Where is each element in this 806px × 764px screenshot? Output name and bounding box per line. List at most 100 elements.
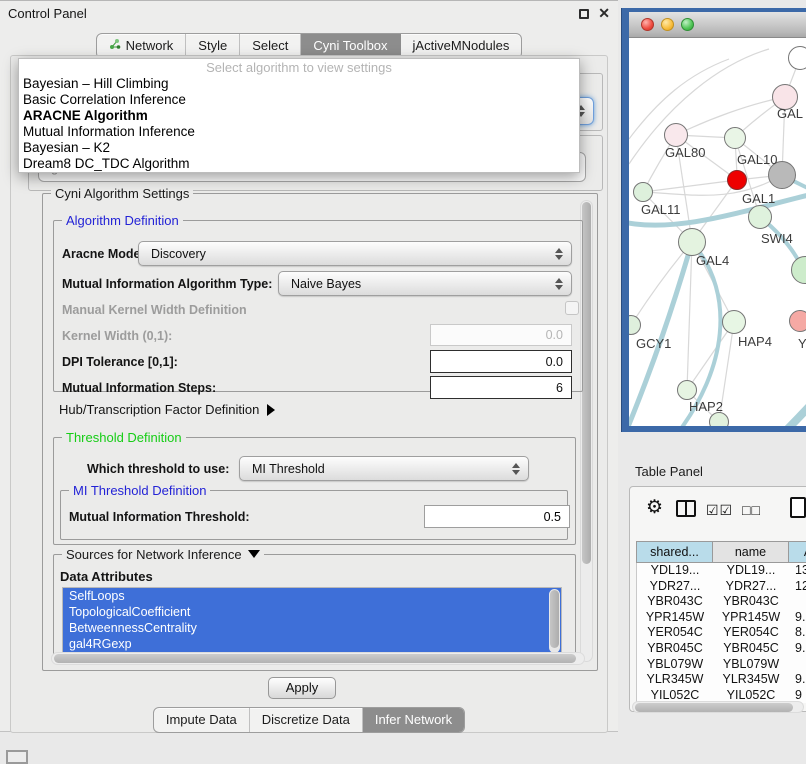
float-window-icon[interactable]	[579, 9, 589, 19]
tab-label: Impute Data	[166, 712, 237, 727]
split-column-icon[interactable]	[676, 500, 696, 517]
mi-steps-field[interactable]	[430, 376, 572, 399]
list-item[interactable]: SelfLoops	[63, 588, 561, 604]
data-attributes-list: SelfLoops TopologicalCoefficient Between…	[62, 587, 562, 655]
mi-type-label: Mutual Information Algorithm Type:	[62, 277, 272, 291]
table-row[interactable]: YPR145WYPR145W9.	[637, 610, 806, 626]
column-header-cut[interactable]: A	[788, 541, 806, 563]
gear-icon[interactable]: ⚙	[646, 496, 663, 519]
table-panel-title: Table Panel	[635, 464, 703, 479]
table-hscrollbar[interactable]	[632, 701, 804, 713]
network-node[interactable]	[722, 310, 746, 334]
network-node[interactable]	[748, 205, 772, 229]
unchecked-pair-icon[interactable]: □□	[742, 502, 761, 518]
dropdown-item[interactable]: Basic Correlation Inference	[19, 92, 579, 108]
kernel-width-field[interactable]	[430, 324, 572, 346]
document-icon[interactable]	[790, 497, 806, 518]
mi-type-combobox[interactable]: Naive Bayes	[278, 271, 572, 296]
network-node-salmon[interactable]	[789, 310, 806, 332]
threshold-definition-group: Threshold Definition Which threshold to …	[53, 437, 576, 545]
aracne-mode-label: Aracne Mode:	[62, 247, 145, 261]
checked-pair-icon[interactable]: ☑☑	[706, 502, 733, 519]
table-header-row: shared... name A	[636, 541, 806, 563]
network-window-titlebar[interactable]	[629, 12, 806, 38]
hub-definition-expander[interactable]: Hub/Transcription Factor Definition	[59, 402, 275, 417]
dropdown-item[interactable]: Mutual Information Inference	[19, 124, 579, 140]
close-icon[interactable]: ✕	[598, 5, 610, 22]
mi-steps-label: Mutual Information Steps:	[62, 381, 216, 395]
list-item[interactable]: TopologicalCoefficient	[63, 604, 561, 620]
which-threshold-label: Which threshold to use:	[87, 462, 229, 476]
tab-impute-data[interactable]: Impute Data	[154, 708, 250, 732]
table-row[interactable]: YDL19...YDL19...13	[637, 563, 806, 579]
column-header-shared[interactable]: shared...	[636, 541, 712, 563]
tab-label: Cyni Toolbox	[313, 38, 387, 53]
table-row[interactable]: YBL079WYBL079W	[637, 657, 806, 673]
minimize-traffic-light[interactable]	[661, 18, 674, 31]
data-attributes-label: Data Attributes	[60, 569, 153, 584]
tab-infer-network[interactable]: Infer Network	[363, 708, 464, 732]
cyni-algorithm-settings-group: Cyni Algorithm Settings Algorithm Defini…	[42, 193, 598, 671]
expand-arrow-icon	[267, 404, 275, 416]
tab-label: Infer Network	[375, 712, 452, 727]
group-title: Threshold Definition	[62, 430, 186, 445]
dropdown-placeholder: Select algorithm to view settings	[19, 59, 579, 76]
combo-value: MI Threshold	[252, 462, 325, 476]
table-hscrollbar-thumb[interactable]	[635, 703, 793, 712]
node-label: GAL80	[665, 145, 705, 160]
network-node-red[interactable]	[727, 170, 747, 190]
table-row[interactable]: YLR345WYLR345W9.	[637, 672, 806, 688]
node-label: HAP4	[738, 334, 772, 349]
apply-button[interactable]: Apply	[268, 677, 336, 699]
manual-kernel-checkbox[interactable]	[565, 301, 579, 315]
tab-label: Network	[126, 38, 174, 53]
settings-scrollbar-thumb[interactable]	[582, 202, 591, 564]
combo-value: Naive Bayes	[291, 277, 361, 291]
column-header-name[interactable]: name	[712, 541, 788, 563]
aracne-mode-combobox[interactable]: Discovery	[138, 241, 572, 266]
dropdown-item[interactable]: Dream8 DC_TDC Algorithm	[19, 156, 579, 172]
network-node[interactable]	[633, 182, 653, 202]
combo-steppers-icon	[555, 278, 563, 290]
list-item[interactable]: BetweennessCentrality	[63, 620, 561, 636]
table-row[interactable]: YBR043CYBR043C	[637, 594, 806, 610]
network-node[interactable]	[678, 228, 706, 256]
network-node[interactable]	[677, 380, 697, 400]
dropdown-item[interactable]: Bayesian – Hill Climbing	[19, 76, 579, 92]
dropdown-item-selected[interactable]: ARACNE Algorithm	[19, 108, 579, 124]
dropdown-item[interactable]: Bayesian – K2	[19, 140, 579, 156]
settings-hscrollbar-thumb[interactable]	[54, 654, 576, 663]
group-title: Cyni Algorithm Settings	[51, 186, 193, 201]
network-canvas[interactable]: GAL GAL80 GAL10 GAL1 GAL11 SWI4 GAL4 GCY…	[629, 38, 806, 426]
collapse-arrow-icon	[248, 550, 260, 558]
control-panel-titlebar: Control Panel ✕	[0, 1, 618, 26]
network-node[interactable]	[788, 46, 806, 70]
network-node[interactable]	[664, 123, 688, 147]
list-scrollbar[interactable]	[549, 589, 560, 653]
dpi-tolerance-field[interactable]	[430, 350, 572, 373]
zoom-traffic-light[interactable]	[681, 18, 694, 31]
mi-threshold-field[interactable]	[424, 505, 570, 528]
node-label: GAL11	[641, 202, 681, 217]
sources-collapser[interactable]: Sources for Network Inference	[62, 547, 264, 562]
hub-definition-label: Hub/Transcription Factor Definition	[59, 402, 259, 417]
close-traffic-light[interactable]	[641, 18, 654, 31]
table-row[interactable]: YBR045CYBR045C9.	[637, 641, 806, 657]
which-threshold-combobox[interactable]: MI Threshold	[239, 456, 529, 481]
settings-hscrollbar[interactable]	[51, 652, 585, 665]
table-row[interactable]: YDR27...YDR27...12	[637, 579, 806, 595]
network-node[interactable]	[724, 127, 746, 149]
tab-label: Discretize Data	[262, 712, 350, 727]
mi-threshold-label: Mutual Information Threshold:	[69, 510, 250, 524]
tab-discretize-data[interactable]: Discretize Data	[250, 708, 363, 732]
combo-steppers-icon	[512, 463, 520, 475]
list-scrollbar-thumb[interactable]	[550, 590, 559, 648]
dpi-tolerance-label: DPI Tolerance [0,1]:	[62, 355, 178, 369]
group-title: MI Threshold Definition	[69, 483, 210, 498]
table-row[interactable]: YER054CYER054C8.	[637, 625, 806, 641]
list-item[interactable]: gal4RGexp	[63, 636, 561, 652]
combo-value: Discovery	[151, 247, 206, 261]
network-view-window: GAL GAL80 GAL10 GAL1 GAL11 SWI4 GAL4 GCY…	[622, 8, 806, 432]
node-label: HAP2	[689, 399, 723, 414]
network-node[interactable]	[709, 412, 729, 426]
